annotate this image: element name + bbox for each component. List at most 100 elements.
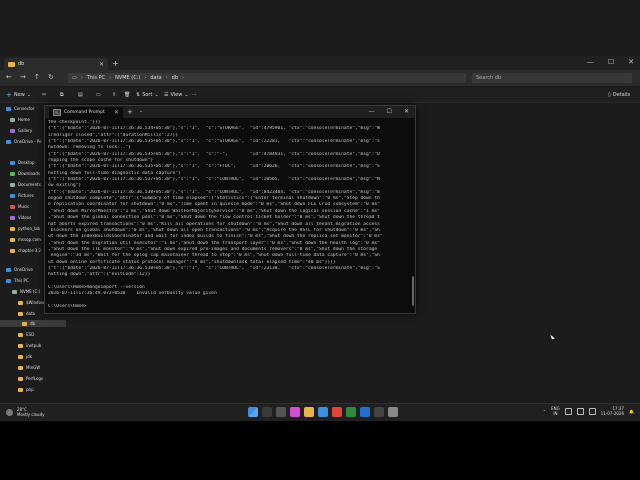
explorer-tab-db[interactable]: db ✕ xyxy=(4,58,108,70)
sidebar-item-chapter[interactable]: chapter-3.2 xyxy=(10,248,41,253)
share-icon[interactable]: ⇪ xyxy=(112,92,116,98)
sidebar-item-music[interactable]: Music xyxy=(10,204,29,209)
sidebar-item-mssqp[interactable]: mssqp.com xyxy=(10,237,41,242)
music-icon xyxy=(10,204,15,209)
search-input[interactable]: Search db xyxy=(472,73,632,83)
chevron-up-icon[interactable]: ⌃ xyxy=(543,409,546,414)
address-input[interactable]: ▭ › This PC › NVME (C:) › data › db › xyxy=(68,73,466,83)
minimize-icon[interactable]: — xyxy=(369,108,375,115)
sidebar-item-perflogs[interactable]: PerfLogs xyxy=(18,376,43,381)
sidebar-item-nvme[interactable]: NVME (C:) xyxy=(12,289,40,294)
close-window-icon[interactable]: ✕ xyxy=(404,108,409,115)
copy-icon[interactable]: ⧉ xyxy=(60,92,64,98)
sidebar-item-downloads[interactable]: Downloads xyxy=(10,171,40,176)
clock[interactable]: 17:37 11-07-2026 xyxy=(601,406,624,416)
terminal-scrollbar[interactable] xyxy=(412,276,414,306)
rename-icon[interactable]: ▭ xyxy=(96,92,101,98)
minimize-icon[interactable]: — xyxy=(587,58,594,66)
sidebar-item-data[interactable]: data xyxy=(18,311,35,316)
sidebar-item-onedrive[interactable]: OneDrive xyxy=(6,267,33,272)
file-explorer-icon[interactable] xyxy=(304,407,314,417)
app-icon[interactable] xyxy=(346,407,356,417)
folder-icon xyxy=(8,61,15,67)
copilot-icon[interactable] xyxy=(290,407,300,417)
new-button[interactable]: + New ⌄ xyxy=(6,91,31,98)
sidebar-item-python-lab[interactable]: python_lab xyxy=(10,226,40,231)
close-icon[interactable]: ✕ xyxy=(99,61,104,68)
sidebar-item-onedrive-personal[interactable]: OneDrive - Pe xyxy=(6,139,42,144)
close-window-icon[interactable]: ✕ xyxy=(628,58,634,66)
sidebar-item-esd[interactable]: ESD xyxy=(18,332,34,337)
breadcrumb-this-pc[interactable]: This PC xyxy=(87,75,105,81)
terminal-line: ,"Shut down the migration util executor"… xyxy=(48,240,380,246)
sort-button[interactable]: ⇅ Sort ⌄ xyxy=(136,92,159,98)
sidebar-item-gallery[interactable]: Gallery xyxy=(10,128,32,133)
terminal-tab[interactable]: >_ Command Prompt ✕ xyxy=(49,107,123,118)
start-icon[interactable] xyxy=(248,407,258,417)
language-indicator[interactable]: ENG IN xyxy=(551,406,560,416)
edge-icon[interactable] xyxy=(318,407,328,417)
breadcrumb-db[interactable]: db xyxy=(172,75,178,81)
sidebar-item-php[interactable]: php xyxy=(18,387,34,392)
new-tab-button[interactable]: + xyxy=(112,59,119,68)
battery-icon[interactable] xyxy=(588,408,596,415)
new-terminal-tab-button[interactable]: + xyxy=(127,108,133,116)
breadcrumb-nvme[interactable]: NVME (C:) xyxy=(115,75,140,81)
search-icon[interactable] xyxy=(262,407,272,417)
more-options-button[interactable]: ··· xyxy=(192,92,197,98)
navigation-pane: Connector Home Gallery OneDrive - Pe Des… xyxy=(0,103,66,420)
home-icon xyxy=(10,117,15,122)
terminal-icon[interactable] xyxy=(374,407,384,417)
terminal-output[interactable]: the checkpoint."}}} {"t":{"$date":"2026-0… xyxy=(48,120,410,311)
sidebar-item-home[interactable]: Home xyxy=(10,117,30,122)
sidebar-item-label: php xyxy=(26,387,34,392)
app-icon[interactable] xyxy=(388,407,398,417)
notification-bell-icon[interactable]: 🔔 xyxy=(629,409,634,414)
sidebar-item-label: OneDrive xyxy=(14,267,33,272)
forward-arrow-icon[interactable]: → xyxy=(20,73,26,81)
sidebar-item-label: chapter-3.2 xyxy=(18,248,41,253)
task-view-icon[interactable] xyxy=(276,407,286,417)
delete-icon[interactable]: 🗑 xyxy=(124,92,130,98)
download-icon xyxy=(10,171,15,176)
view-button[interactable]: ☰ View ⌄ xyxy=(164,92,189,98)
sidebar-item-label: python_lab xyxy=(18,226,41,231)
sidebar-item-videos[interactable]: Videos xyxy=(10,215,31,220)
sidebar-item-label: PerfLogs xyxy=(26,376,44,381)
sidebar-item-db[interactable]: db xyxy=(0,320,66,327)
maximize-icon[interactable]: ☐ xyxy=(387,108,392,115)
command-prompt-window[interactable]: >_ Command Prompt ✕ + ⌄ — ☐ ✕ the checkp… xyxy=(44,105,416,314)
sidebar-item-pictures[interactable]: Pictures xyxy=(10,193,34,198)
vscode-icon[interactable] xyxy=(360,407,370,417)
breadcrumb-data[interactable]: data xyxy=(150,75,161,81)
back-arrow-icon[interactable]: ← xyxy=(6,73,12,81)
up-arrow-icon[interactable]: ↑ xyxy=(34,73,40,81)
volume-icon[interactable] xyxy=(576,408,584,415)
cut-icon[interactable]: ✂ xyxy=(42,92,46,98)
chevron-down-icon[interactable]: ⌄ xyxy=(139,108,143,114)
chevron-right-icon: › xyxy=(182,75,184,81)
chrome-icon[interactable] xyxy=(332,407,342,417)
sidebar-item-mingw[interactable]: MinGW xyxy=(18,365,40,370)
sidebar-item-jdk[interactable]: jdk xyxy=(18,354,32,359)
paste-icon[interactable]: ▤ xyxy=(78,92,83,98)
terminal-line: {"t":{"$date":"2026-07-11T17:36:36.537+0… xyxy=(48,177,380,183)
terminal-line: engine":"34 ms","Wait for the oplog cap … xyxy=(48,253,380,259)
refresh-icon[interactable]: ↻ xyxy=(48,73,54,81)
sidebar-item-inetpub[interactable]: inetpub xyxy=(18,343,41,348)
weather-widget[interactable]: 28°C Mostly cloudy xyxy=(6,407,45,417)
details-button[interactable]: ▯ Details xyxy=(608,92,630,98)
folder-icon xyxy=(10,237,15,242)
maximize-icon[interactable]: ☐ xyxy=(608,58,614,66)
folder-icon xyxy=(18,311,23,316)
close-tab-icon[interactable]: ✕ xyxy=(114,109,119,116)
sidebar-item-documents[interactable]: Documents xyxy=(10,182,41,187)
wifi-icon[interactable] xyxy=(564,408,572,415)
sidebar-item-desktop[interactable]: Desktop xyxy=(10,160,35,165)
terminal-title: Command Prompt xyxy=(64,110,105,115)
folder-icon xyxy=(18,343,23,348)
sidebar-item-connector[interactable]: Connector xyxy=(6,106,35,111)
terminal-title-bar[interactable]: >_ Command Prompt ✕ + ⌄ — ☐ ✕ xyxy=(45,106,415,118)
chevron-down-icon: ⌄ xyxy=(26,92,31,98)
sidebar-item-this-pc[interactable]: This PC xyxy=(6,278,29,283)
